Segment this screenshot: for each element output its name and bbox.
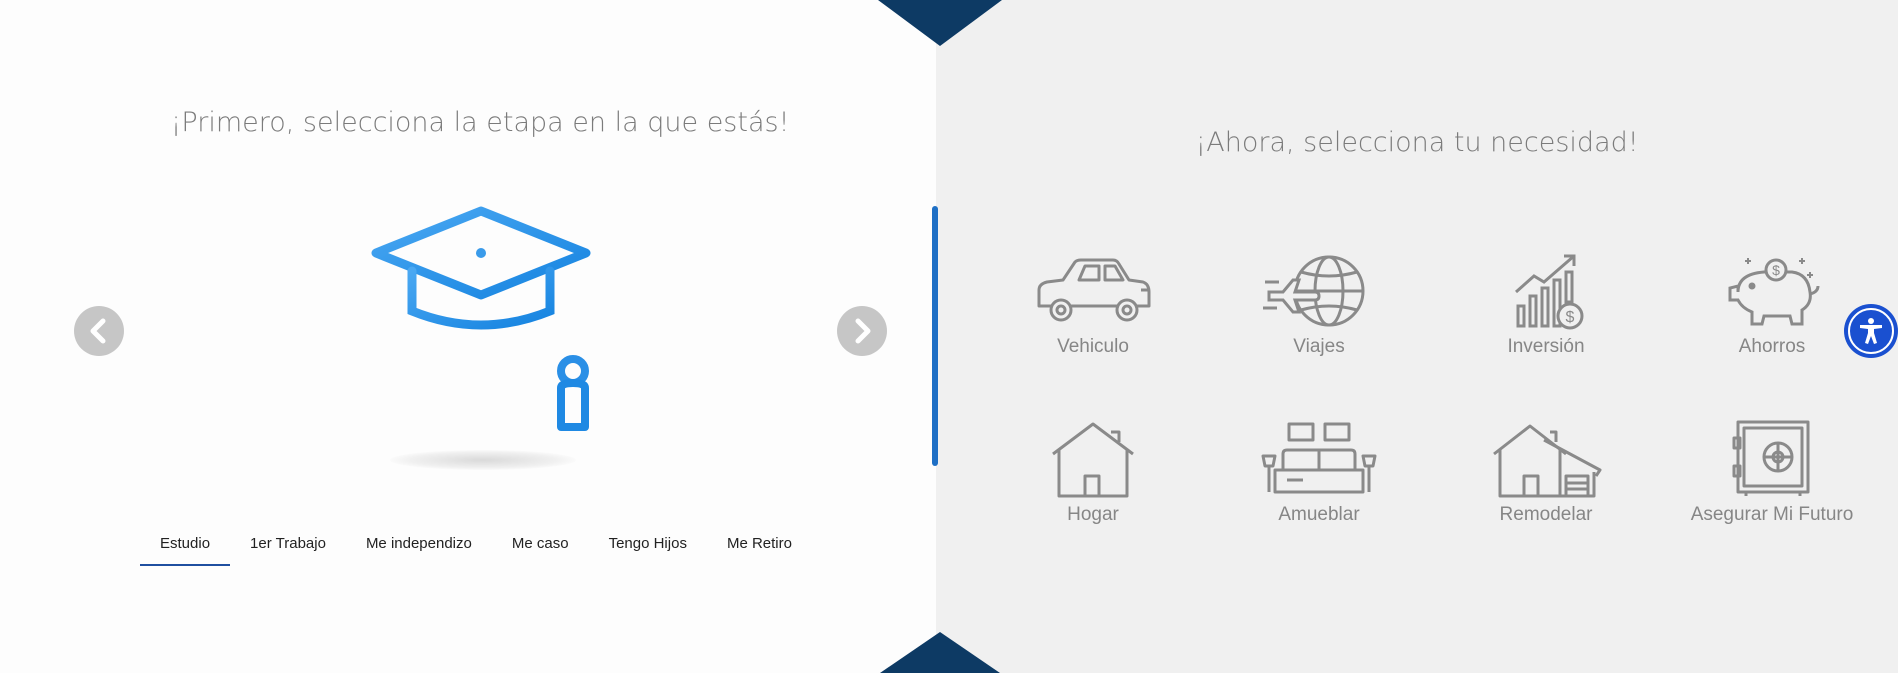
- piggy-bank-icon: $: [1728, 258, 1820, 326]
- svg-text:$: $: [1566, 309, 1575, 326]
- tab-1er-trabajo[interactable]: 1er Trabajo: [230, 534, 346, 566]
- need-remodelar[interactable]: Remodelar: [1446, 420, 1646, 526]
- need-inversion[interactable]: $ Inversión: [1446, 252, 1646, 358]
- need-vehiculo[interactable]: Vehiculo: [993, 252, 1193, 358]
- furniture-icon: [1261, 422, 1377, 494]
- stage-illustration: [368, 205, 594, 437]
- tab-me-retiro[interactable]: Me Retiro: [707, 534, 812, 566]
- chevron-left-icon: [90, 318, 106, 344]
- accessibility-button[interactable]: [1844, 304, 1898, 358]
- safe-icon: [1732, 420, 1810, 496]
- accessibility-icon: [1860, 318, 1882, 344]
- house-icon: [1052, 422, 1134, 498]
- need-label: Ahorros: [1738, 336, 1806, 357]
- top-notch-decoration: [878, 0, 1002, 46]
- need-title: ¡Ahora, selecciona tu necesidad!: [1195, 127, 1639, 158]
- need-asegurar-mi-futuro[interactable]: Asegurar Mi Futuro: [1672, 420, 1872, 526]
- need-label: Hogar: [1067, 504, 1119, 525]
- carousel-next-button[interactable]: [837, 306, 887, 356]
- illustration-shadow: [390, 450, 576, 470]
- airplane-globe-icon: [1263, 255, 1365, 327]
- need-viajes[interactable]: Viajes: [1219, 252, 1419, 358]
- need-ahorros[interactable]: $ Ahorros: [1672, 252, 1872, 358]
- tab-me-independizo[interactable]: Me independizo: [346, 534, 492, 566]
- need-label: Amueblar: [1278, 504, 1360, 525]
- carousel-prev-button[interactable]: [74, 306, 124, 356]
- accessibility-icon-ring: [1848, 308, 1894, 354]
- house-garage-icon: [1493, 424, 1602, 498]
- tab-me-caso[interactable]: Me caso: [492, 534, 589, 566]
- tab-estudio[interactable]: Estudio: [140, 534, 231, 566]
- stage-tabs: Estudio 1er Trabajo Me independizo Me ca…: [140, 534, 812, 566]
- need-amueblar[interactable]: Amueblar: [1219, 420, 1419, 526]
- car-icon: [1037, 258, 1151, 322]
- need-label: Remodelar: [1499, 504, 1593, 525]
- need-label: Vehiculo: [1057, 336, 1129, 357]
- panel-divider: [932, 206, 938, 466]
- chevron-right-icon: [855, 318, 871, 344]
- growth-chart-icon: $: [1515, 254, 1584, 330]
- need-hogar[interactable]: Hogar: [993, 420, 1193, 526]
- graduation-cap-icon: [371, 206, 591, 431]
- need-label: Viajes: [1293, 336, 1345, 357]
- svg-text:$: $: [1772, 262, 1780, 278]
- need-label: Inversión: [1507, 336, 1585, 357]
- tab-tengo-hijos[interactable]: Tengo Hijos: [589, 534, 707, 566]
- stage-title: ¡Primero, selecciona la etapa en la que …: [170, 107, 790, 138]
- need-label: Asegurar Mi Futuro: [1690, 504, 1854, 525]
- bottom-notch-decoration: [880, 632, 1000, 673]
